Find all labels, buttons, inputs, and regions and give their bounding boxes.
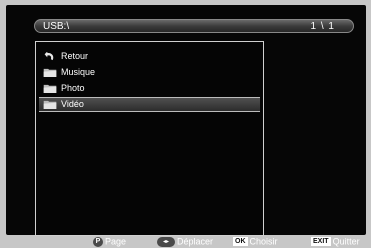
list-item-photo[interactable]: Photo: [39, 81, 260, 96]
hint-choose-label: Choisir: [249, 236, 278, 247]
list-item-label: Vidéo: [61, 99, 84, 109]
folder-icon: [43, 84, 57, 93]
hint-quit-label: Quitter: [332, 236, 360, 247]
hint-move-label: Déplacer: [177, 236, 214, 247]
list-item-label: Musique: [61, 67, 96, 77]
list-item-label: Retour: [61, 51, 89, 61]
list-item-musique[interactable]: Musique: [39, 65, 260, 80]
media-browser-screen: USB:\ 1 \ 1 Retour Musique Photo Vidéo: [6, 5, 366, 236]
key-hint-bar: P Page ◂▸ Déplacer OK Choisir EXIT Quitter: [0, 235, 371, 247]
list-item-video[interactable]: Vidéo: [39, 97, 260, 112]
page-counter: 1 \ 1: [310, 21, 335, 32]
back-arrow-icon: [44, 52, 54, 61]
hint-quit: EXIT Quitter: [311, 235, 360, 247]
hint-page: P Page: [93, 235, 126, 247]
list-item-label: Photo: [61, 83, 85, 93]
path-bar: USB:\ 1 \ 1: [34, 19, 354, 33]
p-key-icon: P: [93, 236, 103, 247]
hint-page-label: Page: [105, 236, 127, 247]
folder-icon: [43, 68, 57, 77]
list-item-retour[interactable]: Retour: [39, 49, 260, 64]
navigate-key-icon: ◂▸: [157, 236, 175, 247]
ok-key-icon: OK: [233, 237, 248, 247]
hint-move: ◂▸ Déplacer: [157, 235, 213, 247]
file-list: Retour Musique Photo Vidéo: [35, 41, 264, 236]
current-path: USB:\: [43, 21, 70, 32]
exit-key-icon: EXIT: [311, 237, 331, 247]
hint-choose: OK Choisir: [233, 235, 278, 247]
folder-icon: [43, 100, 57, 109]
